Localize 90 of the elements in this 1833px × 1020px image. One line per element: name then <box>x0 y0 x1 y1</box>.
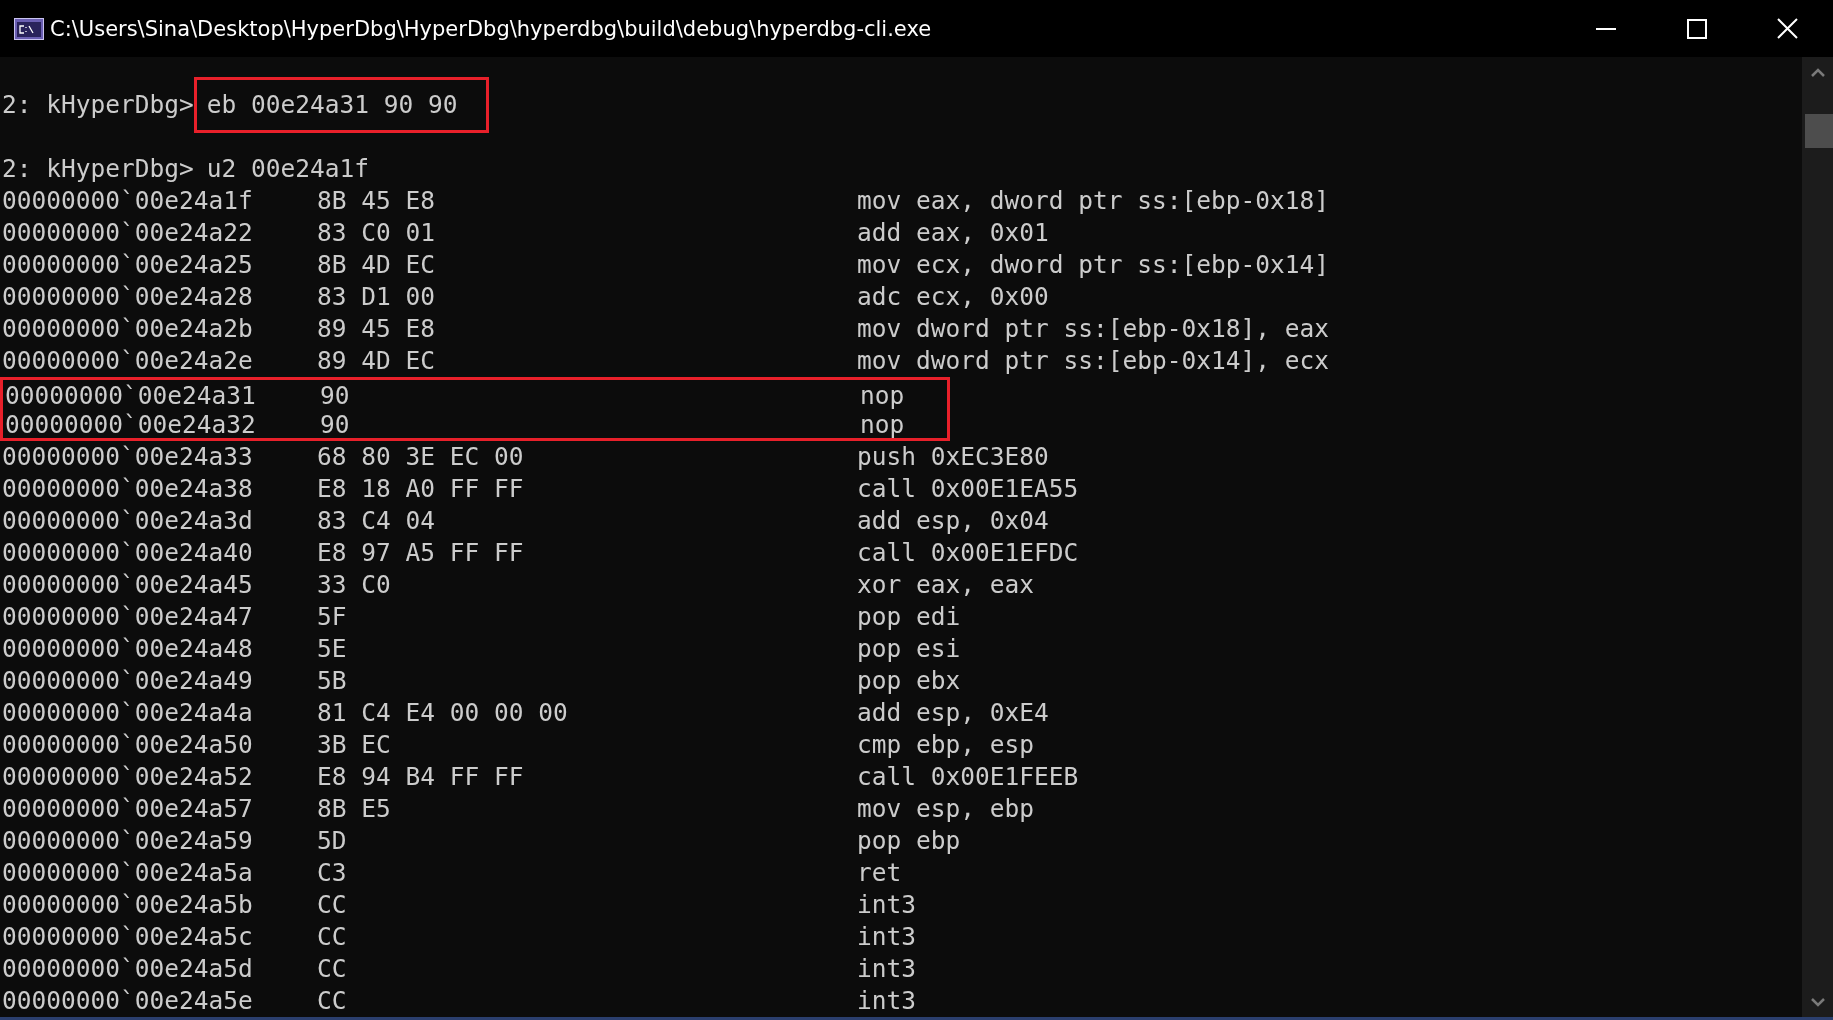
instruction-text: mov dword ptr ss:[ebp-0x14], ecx <box>857 345 1330 377</box>
instruction-text: add esp, 0x04 <box>857 505 1050 537</box>
address-text: 00000000`00e24a4a <box>2 697 254 729</box>
close-icon <box>1777 18 1798 39</box>
opcode-bytes: 83 D1 00 <box>317 281 436 313</box>
command-text: u2 00e24a1f <box>205 153 370 185</box>
instruction-text: add esp, 0xE4 <box>857 697 1050 729</box>
chevron-down-icon <box>1810 997 1825 1007</box>
instruction-text: xor eax, eax <box>857 569 1035 601</box>
address-text: 00000000`00e24a3d <box>2 505 254 537</box>
opcode-bytes: 89 4D EC <box>317 345 436 377</box>
instruction-text: pop esi <box>857 633 962 665</box>
address-text: 00000000`00e24a52 <box>2 761 254 793</box>
instruction-text: int3 <box>857 953 917 985</box>
opcode-bytes: 5B <box>317 665 348 697</box>
instruction-text: int3 <box>857 889 917 921</box>
instruction-text: ret <box>857 857 903 889</box>
address-text: 00000000`00e24a5e <box>2 985 254 1017</box>
instruction-text: adc ecx, 0x00 <box>857 281 1050 313</box>
instruction-text: pop ebx <box>857 665 962 697</box>
opcode-bytes: 89 45 E8 <box>317 313 436 345</box>
opcode-bytes: CC <box>317 985 348 1017</box>
chevron-up-icon <box>1810 67 1825 77</box>
opcode-bytes: 90 <box>320 409 351 441</box>
opcode-bytes: E8 18 A0 FF FF <box>317 473 525 505</box>
address-text: 00000000`00e24a5c <box>2 921 254 953</box>
opcode-bytes: 83 C0 01 <box>317 217 436 249</box>
opcode-bytes: 90 <box>320 380 351 412</box>
address-text: 00000000`00e24a33 <box>2 441 254 473</box>
address-text: 00000000`00e24a2b <box>2 313 254 345</box>
instruction-text: add eax, 0x01 <box>857 217 1050 249</box>
address-text: 00000000`00e24a47 <box>2 601 254 633</box>
address-text: 00000000`00e24a48 <box>2 633 254 665</box>
opcode-bytes: 83 C4 04 <box>317 505 436 537</box>
address-text: 00000000`00e24a22 <box>2 217 254 249</box>
address-text: 00000000`00e24a50 <box>2 729 254 761</box>
prompt: 2: kHyperDbg> <box>2 89 194 121</box>
opcode-bytes: 68 80 3E EC 00 <box>317 441 525 473</box>
instruction-text: push 0xEC3E80 <box>857 441 1050 473</box>
instruction-text: nop <box>860 409 906 441</box>
instruction-text: mov ecx, dword ptr ss:[ebp-0x14] <box>857 249 1330 281</box>
address-text: 00000000`00e24a5d <box>2 953 254 985</box>
address-text: 00000000`00e24a31 <box>5 380 257 412</box>
opcode-bytes: CC <box>317 921 348 953</box>
address-text: 00000000`00e24a59 <box>2 825 254 857</box>
opcode-bytes: 81 C4 E4 00 00 00 <box>317 697 569 729</box>
instruction-text: mov eax, dword ptr ss:[ebp-0x18] <box>857 185 1330 217</box>
address-text: 00000000`00e24a57 <box>2 793 254 825</box>
minimize-icon <box>1595 27 1616 30</box>
instruction-text: cmp ebp, esp <box>857 729 1035 761</box>
instruction-text: int3 <box>857 921 917 953</box>
address-text: 00000000`00e24a5b <box>2 889 254 921</box>
instruction-text: mov esp, ebp <box>857 793 1035 825</box>
console-app-icon <box>14 17 44 40</box>
address-text: 00000000`00e24a40 <box>2 537 254 569</box>
window-title: C:\Users\Sina\Desktop\HyperDbg\HyperDbg\hyperdbg\build\debug\hyperdbg-cli.exe <box>50 16 933 41</box>
opcode-bytes: E8 94 B4 FF FF <box>317 761 525 793</box>
address-text: 00000000`00e24a45 <box>2 569 254 601</box>
instruction-text: call 0x00E1EFDC <box>857 537 1080 569</box>
opcode-bytes: 8B 45 E8 <box>317 185 436 217</box>
opcode-bytes: 33 C0 <box>317 569 392 601</box>
address-text: 00000000`00e24a32 <box>5 409 257 441</box>
opcode-bytes: 8B 4D EC <box>317 249 436 281</box>
maximize-icon <box>1686 18 1707 39</box>
scroll-thumb[interactable] <box>1804 114 1833 148</box>
instruction-text: mov dword ptr ss:[ebp-0x18], eax <box>857 313 1330 345</box>
opcode-bytes: 5D <box>317 825 348 857</box>
instruction-text: nop <box>860 380 906 412</box>
opcode-bytes: E8 97 A5 FF FF <box>317 537 525 569</box>
opcode-bytes: CC <box>317 889 348 921</box>
opcode-bytes: CC <box>317 953 348 985</box>
address-text: 00000000`00e24a49 <box>2 665 254 697</box>
instruction-text: int3 <box>857 985 917 1017</box>
address-text: 00000000`00e24a25 <box>2 249 254 281</box>
instruction-text: pop ebp <box>857 825 962 857</box>
instruction-text: call 0x00E1EA55 <box>857 473 1080 505</box>
highlighted-command: eb 00e24a31 90 90 <box>193 77 489 133</box>
opcode-bytes: C3 <box>317 857 348 889</box>
address-text: 00000000`00e24a1f <box>2 185 254 217</box>
prompt: 2: kHyperDbg> <box>2 153 194 185</box>
address-text: 00000000`00e24a5a <box>2 857 254 889</box>
instruction-text: pop edi <box>857 601 962 633</box>
opcode-bytes: 5E <box>317 633 348 665</box>
address-text: 00000000`00e24a38 <box>2 473 254 505</box>
address-text: 00000000`00e24a28 <box>2 281 254 313</box>
opcode-bytes: 5F <box>317 601 348 633</box>
instruction-text: call 0x00E1FEEB <box>857 761 1080 793</box>
address-text: 00000000`00e24a2e <box>2 345 254 377</box>
opcode-bytes: 8B E5 <box>317 793 392 825</box>
opcode-bytes: 3B EC <box>317 729 392 761</box>
